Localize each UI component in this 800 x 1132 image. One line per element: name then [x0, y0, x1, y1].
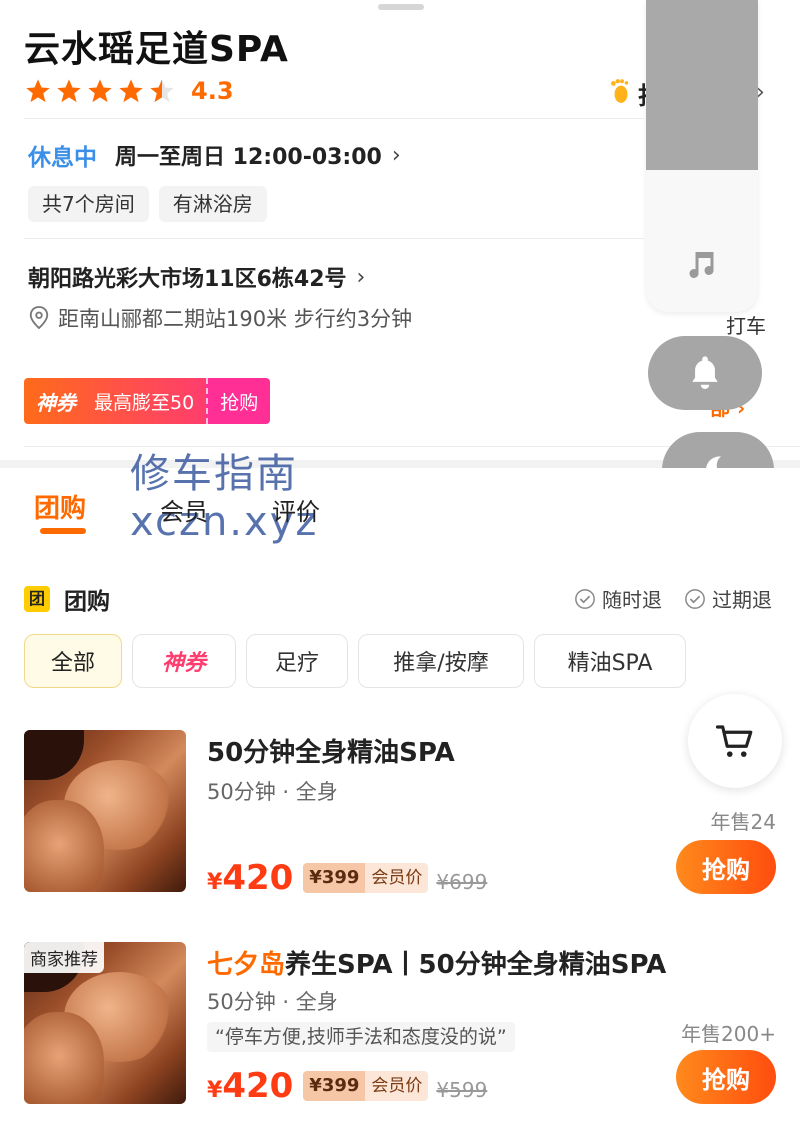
- watermark-line: 修车指南: [130, 451, 298, 497]
- deal-image: [24, 730, 186, 892]
- music-icon[interactable]: [682, 246, 718, 282]
- original-price: ¥599: [436, 1078, 488, 1102]
- address-row[interactable]: 朝阳路光彩大市场11区6栋42号 ›: [28, 262, 366, 293]
- deal-price: 420: [222, 858, 294, 898]
- facility-tag: 有淋浴房: [158, 186, 267, 222]
- star-icon: [88, 79, 112, 103]
- sales-count: 年售24: [710, 810, 776, 834]
- cart-button[interactable]: [688, 694, 782, 788]
- filter-massage[interactable]: 推拿/按摩: [358, 634, 524, 688]
- check-circle-icon: [685, 588, 705, 609]
- location-pin-icon: [29, 306, 49, 330]
- footprint-icon: [611, 79, 629, 103]
- deal-item[interactable]: 50分钟全身精油SPA 50分钟 · 全身 ¥ 420 ¥399 会员价 ¥69…: [24, 730, 784, 900]
- open-status: 休息中: [28, 145, 97, 171]
- currency-symbol: ¥: [207, 870, 223, 895]
- price-row: ¥ 420 ¥399 会员价 ¥699: [207, 858, 487, 898]
- hours-text: 周一至周日 12:00-03:00: [115, 145, 382, 170]
- refund-anytime: 随时退: [574, 584, 662, 613]
- groupbuy-badge-icon: 团: [24, 586, 50, 612]
- bell-icon: [692, 356, 718, 389]
- half-star-icon: [150, 79, 174, 103]
- facility-tags: 共7个房间 有淋浴房: [28, 186, 277, 222]
- star-rating: [24, 77, 179, 105]
- member-price-label: 会员价: [365, 1071, 429, 1101]
- original-price: ¥699: [436, 870, 488, 894]
- rating-score: 4.3: [191, 77, 234, 105]
- group-title: 团购: [64, 589, 110, 615]
- deal-section: 修车指南 xczn.xyz 团购 会员 评价 团 团购 随时退 过期退 全部 神…: [0, 451, 800, 1132]
- filter-foot-therapy[interactable]: 足疗: [246, 634, 348, 688]
- buy-button[interactable]: 抢购: [676, 1050, 776, 1104]
- distance-row: 距南山郦都二期站190米 步行约3分钟: [28, 304, 412, 332]
- deal-meta: 50分钟 · 全身: [207, 780, 338, 804]
- cart-icon: [715, 725, 753, 757]
- coupon-banner[interactable]: 神券 最高膨至50 抢购: [24, 378, 271, 424]
- coupon-buy-button[interactable]: 抢购: [206, 378, 271, 424]
- member-price-label: 会员价: [365, 863, 429, 893]
- business-hours[interactable]: 休息中 周一至周日 12:00-03:00 ›: [28, 140, 401, 172]
- star-icon: [26, 79, 50, 103]
- policy-text: 过期退: [712, 588, 772, 612]
- rating-row[interactable]: 4.3: [24, 76, 234, 106]
- star-icon: [119, 79, 143, 103]
- member-price: ¥399: [303, 863, 366, 893]
- chevron-right-icon: ›: [356, 264, 366, 290]
- notification-toggle[interactable]: [648, 336, 762, 410]
- buy-button[interactable]: 抢购: [676, 840, 776, 894]
- policy-text: 随时退: [602, 588, 662, 612]
- deal-title: 七夕岛养生SPA丨50分钟全身精油SPA: [207, 944, 666, 981]
- group-header: 团 团购: [24, 582, 110, 616]
- deal-image: 商家推荐: [24, 942, 186, 1104]
- deal-title-text: 养生SPA丨50分钟全身精油SPA: [285, 950, 667, 980]
- filter-oil-spa[interactable]: 精油SPA: [534, 634, 686, 688]
- sales-count: 年售200+: [681, 1022, 776, 1046]
- deal-title-accent: 七夕岛: [207, 950, 286, 980]
- brightness-slider[interactable]: [646, 0, 758, 170]
- divider: [24, 238, 644, 239]
- currency-symbol: ¥: [207, 1078, 223, 1103]
- price-row: ¥ 420 ¥399 会员价 ¥599: [207, 1066, 487, 1106]
- check-circle-icon: [575, 588, 595, 609]
- distance-text: 距南山郦都二期站190米 步行约3分钟: [58, 307, 413, 331]
- facility-tag: 共7个房间: [28, 186, 149, 222]
- tab-groupbuy[interactable]: 团购: [34, 488, 86, 525]
- tab-review[interactable]: 评价: [272, 492, 320, 527]
- member-price-tag: ¥399 会员价: [303, 863, 429, 893]
- member-price-tag: ¥399 会员价: [303, 1071, 429, 1101]
- shop-address: 朝阳路光彩大市场11区6栋42号: [28, 267, 347, 292]
- star-icon: [57, 79, 81, 103]
- filter-all[interactable]: 全部: [24, 634, 122, 688]
- coupon-text: 最高膨至50: [94, 391, 195, 414]
- category-filters: 全部 神券 足疗 推拿/按摩 精油SPA: [24, 634, 696, 688]
- chevron-right-icon: ›: [391, 142, 401, 168]
- deal-price: 420: [222, 1066, 294, 1106]
- review-quote: “停车方便,技师手法和态度没的说”: [207, 1022, 515, 1052]
- tab-indicator: [40, 528, 86, 534]
- coupon-brand: 神券: [36, 390, 76, 415]
- control-panel: [646, 0, 758, 312]
- drag-handle[interactable]: [378, 4, 424, 10]
- taxi-button[interactable]: 打车: [726, 310, 766, 339]
- refund-expired: 过期退: [684, 584, 772, 613]
- deal-title: 50分钟全身精油SPA: [207, 738, 455, 768]
- shop-name: 云水瑶足道SPA: [24, 29, 289, 70]
- member-price: ¥399: [303, 1071, 366, 1101]
- filter-coupon[interactable]: 神券: [132, 634, 236, 688]
- deal-item[interactable]: 商家推荐 七夕岛养生SPA丨50分钟全身精油SPA 50分钟 · 全身 “停车方…: [24, 942, 784, 1112]
- recommend-badge: 商家推荐: [24, 942, 104, 973]
- divider: [24, 118, 644, 119]
- coupon-info: 神券 最高膨至50: [24, 378, 207, 424]
- deal-meta: 50分钟 · 全身: [207, 990, 338, 1014]
- tab-member[interactable]: 会员: [160, 492, 208, 527]
